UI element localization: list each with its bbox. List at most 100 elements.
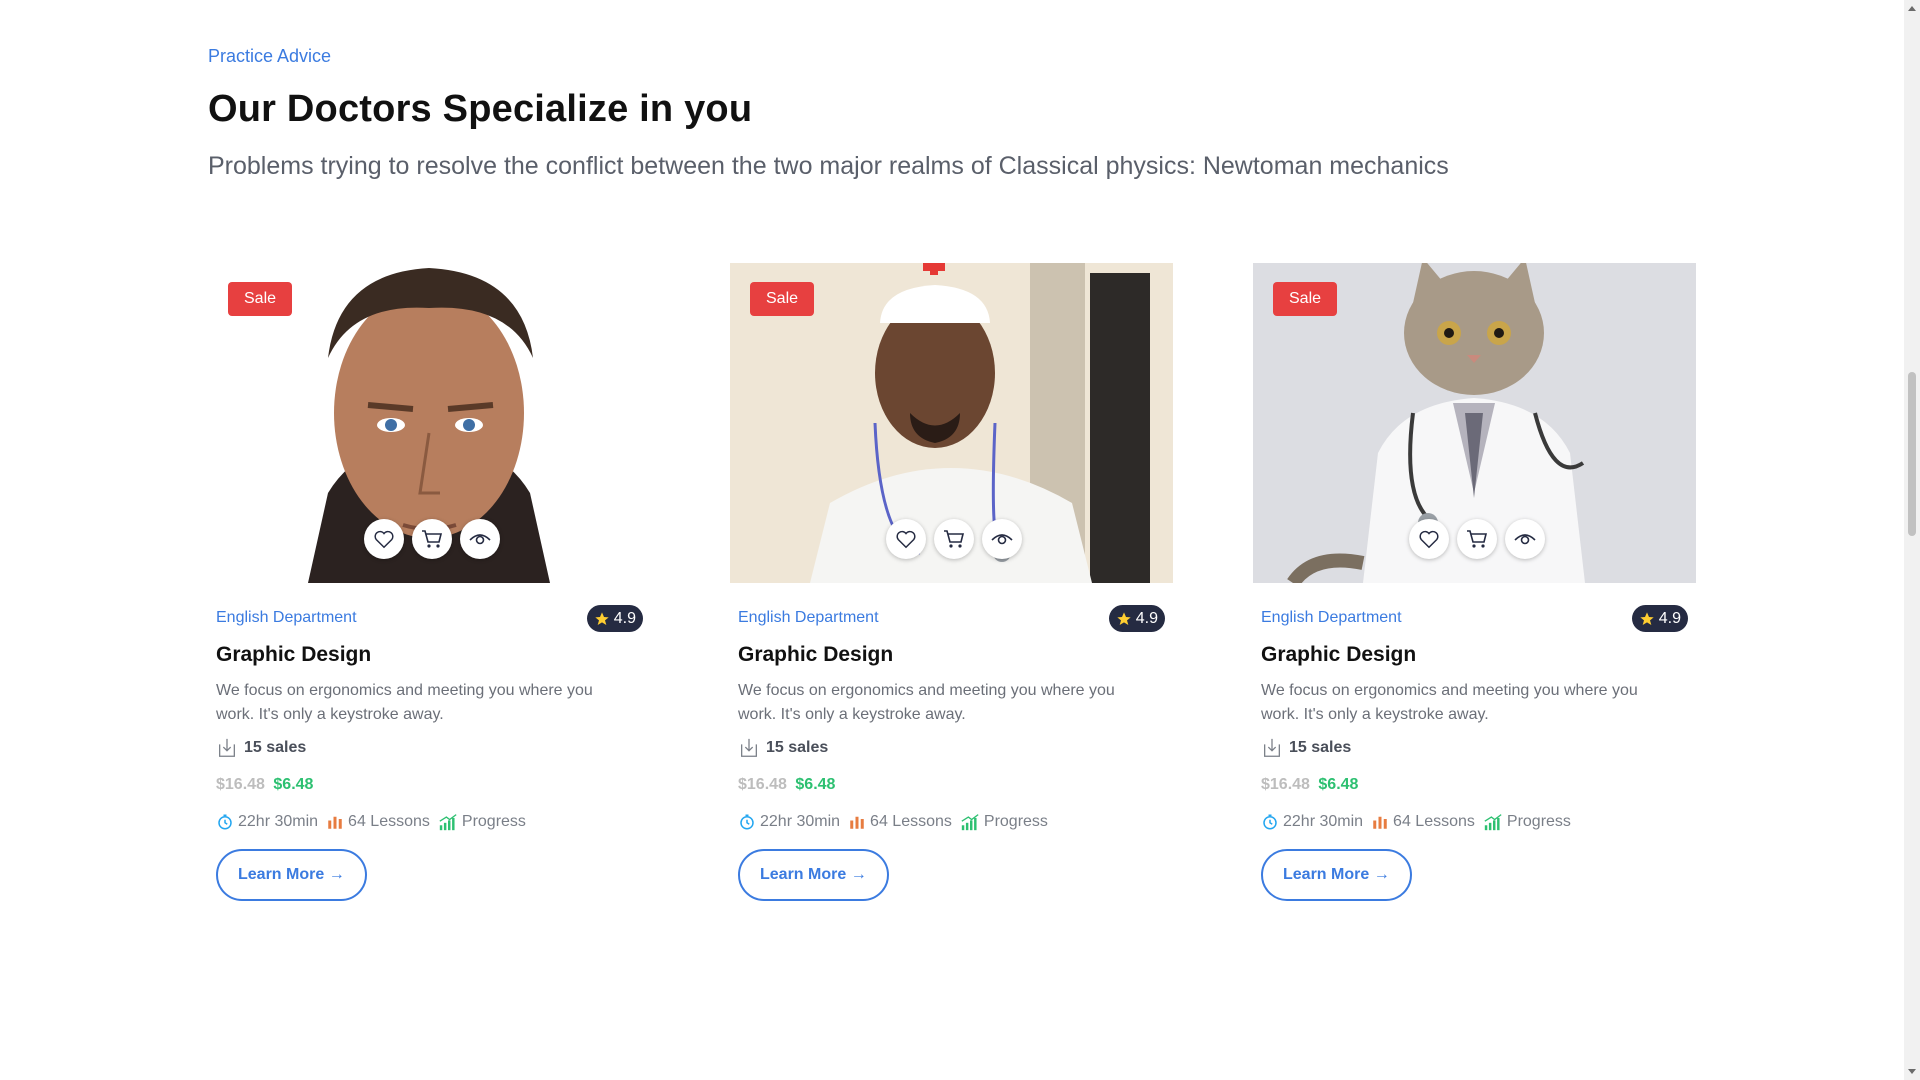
star-icon	[595, 611, 609, 625]
clock-icon	[1263, 814, 1277, 830]
star-icon	[1640, 611, 1654, 625]
section-subtitle: Problems trying to resolve the conflict …	[208, 152, 1449, 180]
progress-chart-icon	[961, 814, 979, 831]
learn-more-button[interactable]: Learn More →	[738, 849, 889, 901]
rating-value: 4.9	[613, 609, 636, 627]
progress-label: Progress	[1506, 813, 1571, 830]
eye-icon	[1514, 534, 1536, 545]
card-actions	[364, 519, 500, 559]
department-link[interactable]: English Department	[738, 609, 879, 627]
progress-chart-icon	[1484, 814, 1502, 831]
card-title: Graphic Design	[1261, 643, 1417, 666]
eye-icon	[469, 534, 491, 545]
lessons-stat: 64 Lessons	[1371, 813, 1475, 831]
duration-stat: 22hr 30min	[738, 813, 840, 831]
card-description: We focus on ergonomics and meeting you w…	[738, 682, 1115, 723]
sales-label: 15 sales	[766, 739, 829, 756]
doctor-cards: Sale English Department 4.9 Graphic Desi…	[208, 263, 1708, 913]
card-title: Graphic Design	[738, 643, 894, 666]
learn-more-button[interactable]: Learn More →	[1261, 849, 1412, 901]
price: $16.48 $6.48	[738, 776, 835, 794]
rating-badge: 4.9	[1631, 605, 1688, 632]
cart-icon	[1467, 530, 1488, 548]
price: $16.48 $6.48	[216, 776, 313, 794]
heart-icon	[896, 530, 916, 549]
sale-badge: Sale	[750, 282, 815, 316]
progress-stat: Progress	[960, 813, 1048, 831]
department-link[interactable]: English Department	[216, 609, 357, 627]
progress-stat: Progress	[1483, 813, 1571, 831]
bar-chart-icon	[1373, 816, 1387, 829]
cart-icon	[422, 530, 443, 548]
card-actions	[1409, 519, 1545, 559]
scrollbar-thumb[interactable]	[1908, 372, 1916, 536]
favorite-button[interactable]	[1409, 519, 1449, 559]
old-price: $16.48	[1261, 776, 1310, 793]
rating-value: 4.9	[1658, 609, 1681, 627]
price: $16.48 $6.48	[1261, 776, 1358, 794]
download-icon	[1264, 738, 1280, 757]
section-eyebrow: Practice Advice	[208, 46, 332, 66]
favorite-button[interactable]	[364, 519, 404, 559]
sales-count: 15 sales	[738, 737, 828, 759]
duration-stat: 22hr 30min	[216, 813, 318, 831]
course-stats: 22hr 30min 64 Lessons Progress	[738, 813, 1052, 831]
quick-view-button[interactable]	[1505, 519, 1545, 559]
sales-label: 15 sales	[1289, 739, 1352, 756]
card-image[interactable]: Sale	[1253, 263, 1696, 583]
scroll-down-arrow-icon[interactable]	[1908, 1069, 1916, 1074]
card-title: Graphic Design	[216, 643, 372, 666]
sale-badge: Sale	[228, 282, 293, 316]
sale-badge: Sale	[1273, 282, 1338, 316]
clock-icon	[218, 814, 232, 830]
quick-view-button[interactable]	[982, 519, 1022, 559]
sales-count: 15 sales	[216, 737, 306, 759]
rating-badge: 4.9	[586, 605, 643, 632]
clock-icon	[740, 814, 754, 830]
scroll-up-arrow-icon[interactable]	[1908, 6, 1916, 11]
new-price: $6.48	[1318, 776, 1359, 793]
cart-icon	[944, 530, 965, 548]
section-title: Our Doctors Specialize in you	[208, 88, 753, 130]
doctor-card: Sale English Department 4.9 Graphic Desi…	[730, 263, 1173, 913]
card-description: We focus on ergonomics and meeting you w…	[216, 682, 593, 723]
new-price: $6.48	[795, 776, 836, 793]
progress-label: Progress	[461, 813, 526, 830]
card-meta: English Department 4.9	[1261, 605, 1688, 633]
duration-stat: 22hr 30min	[1261, 813, 1363, 831]
department-link[interactable]: English Department	[1261, 609, 1402, 627]
eye-icon	[991, 534, 1013, 545]
lessons-stat: 64 Lessons	[848, 813, 952, 831]
bar-chart-icon	[850, 816, 864, 829]
sales-label: 15 sales	[244, 739, 307, 756]
card-image[interactable]: Sale	[208, 263, 651, 583]
heart-icon	[1419, 530, 1439, 549]
add-to-cart-button[interactable]	[412, 519, 452, 559]
duration-label: 22hr 30min	[238, 813, 319, 830]
download-icon	[741, 738, 757, 757]
progress-stat: Progress	[438, 813, 526, 831]
card-meta: English Department 4.9	[216, 605, 643, 633]
rating-value: 4.9	[1135, 609, 1158, 627]
page-scrollbar[interactable]	[1904, 0, 1920, 1080]
lessons-stat: 64 Lessons	[326, 813, 430, 831]
heart-icon	[374, 530, 394, 549]
lessons-label: 64 Lessons	[348, 813, 430, 830]
card-meta: English Department 4.9	[738, 605, 1165, 633]
course-stats: 22hr 30min 64 Lessons Progress	[1261, 813, 1575, 831]
quick-view-button[interactable]	[460, 519, 500, 559]
download-icon	[219, 738, 235, 757]
doctor-card: Sale English Department 4.9 Graphic Desi…	[1253, 263, 1696, 913]
add-to-cart-button[interactable]	[934, 519, 974, 559]
doctor-card: Sale English Department 4.9 Graphic Desi…	[208, 263, 651, 913]
favorite-button[interactable]	[886, 519, 926, 559]
add-to-cart-button[interactable]	[1457, 519, 1497, 559]
bar-chart-icon	[328, 816, 342, 829]
learn-more-button[interactable]: Learn More →	[216, 849, 367, 901]
old-price: $16.48	[216, 776, 265, 793]
new-price: $6.48	[273, 776, 314, 793]
card-image[interactable]: Sale	[730, 263, 1173, 583]
rating-badge: 4.9	[1108, 605, 1165, 632]
card-description: We focus on ergonomics and meeting you w…	[1261, 682, 1638, 723]
duration-label: 22hr 30min	[1283, 813, 1364, 830]
